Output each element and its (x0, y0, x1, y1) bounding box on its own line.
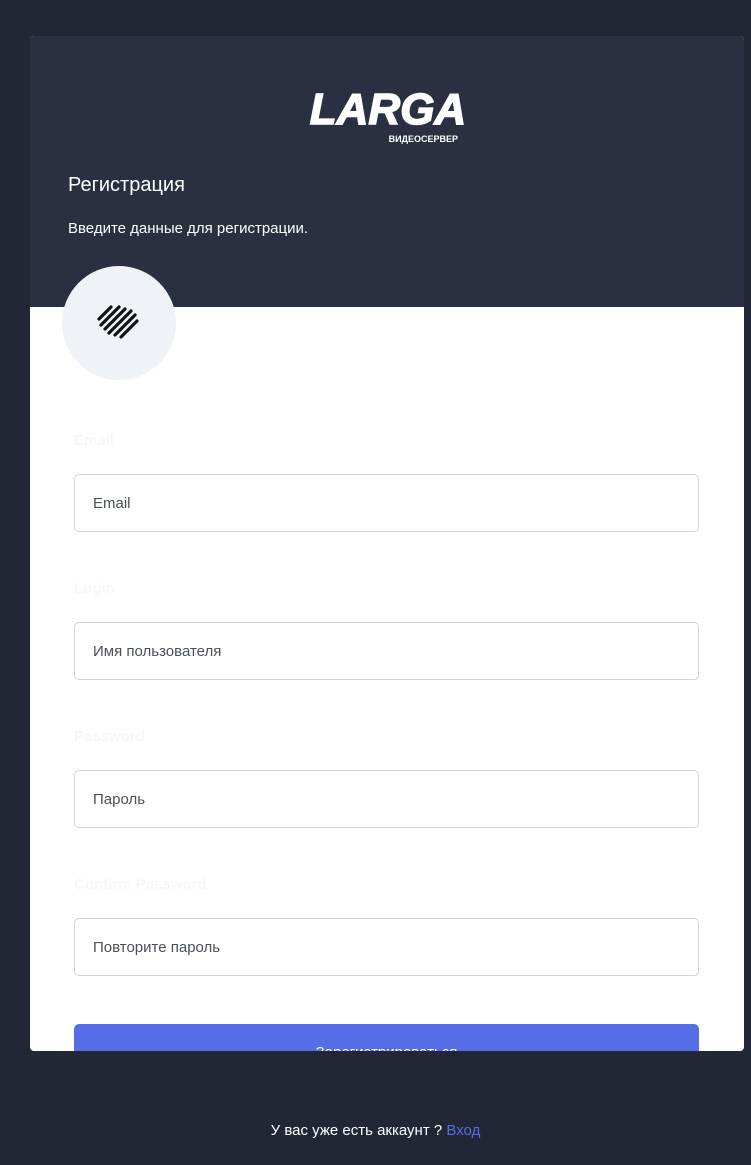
registration-card: LARGA ВИДЕОСЕРВЕР Регистрация Введите да… (30, 36, 744, 1051)
footer: У вас уже есть аккаунт ? Вход (0, 1122, 751, 1139)
email-field[interactable] (74, 474, 699, 532)
footer-prompt: У вас уже есть аккаунт ? (270, 1122, 447, 1139)
page-title: Регистрация (68, 174, 185, 196)
confirm-password-label: Confirm Password (74, 876, 207, 893)
register-button[interactable]: Зарегистрироваться (74, 1024, 699, 1051)
logo-brand-text: LARGA (310, 85, 466, 134)
password-field[interactable] (74, 770, 699, 828)
registration-form: Email Login Password Confirm Password За… (74, 432, 699, 1051)
page-subtitle: Введите данные для регистрации. (68, 220, 309, 237)
larga-logo: LARGA ВИДЕОСЕРВЕР (298, 76, 478, 148)
logo-tagline-text: ВИДЕОСЕРВЕР (389, 134, 458, 144)
avatar (62, 266, 176, 380)
card-header: LARGA ВИДЕОСЕРВЕР Регистрация Введите да… (30, 36, 744, 307)
login-link[interactable]: Вход (446, 1122, 480, 1139)
email-label: Email (74, 432, 115, 449)
login-label: Login (74, 580, 115, 597)
username-field[interactable] (74, 622, 699, 680)
confirm-password-field[interactable] (74, 918, 699, 976)
password-label: Password (74, 728, 145, 745)
